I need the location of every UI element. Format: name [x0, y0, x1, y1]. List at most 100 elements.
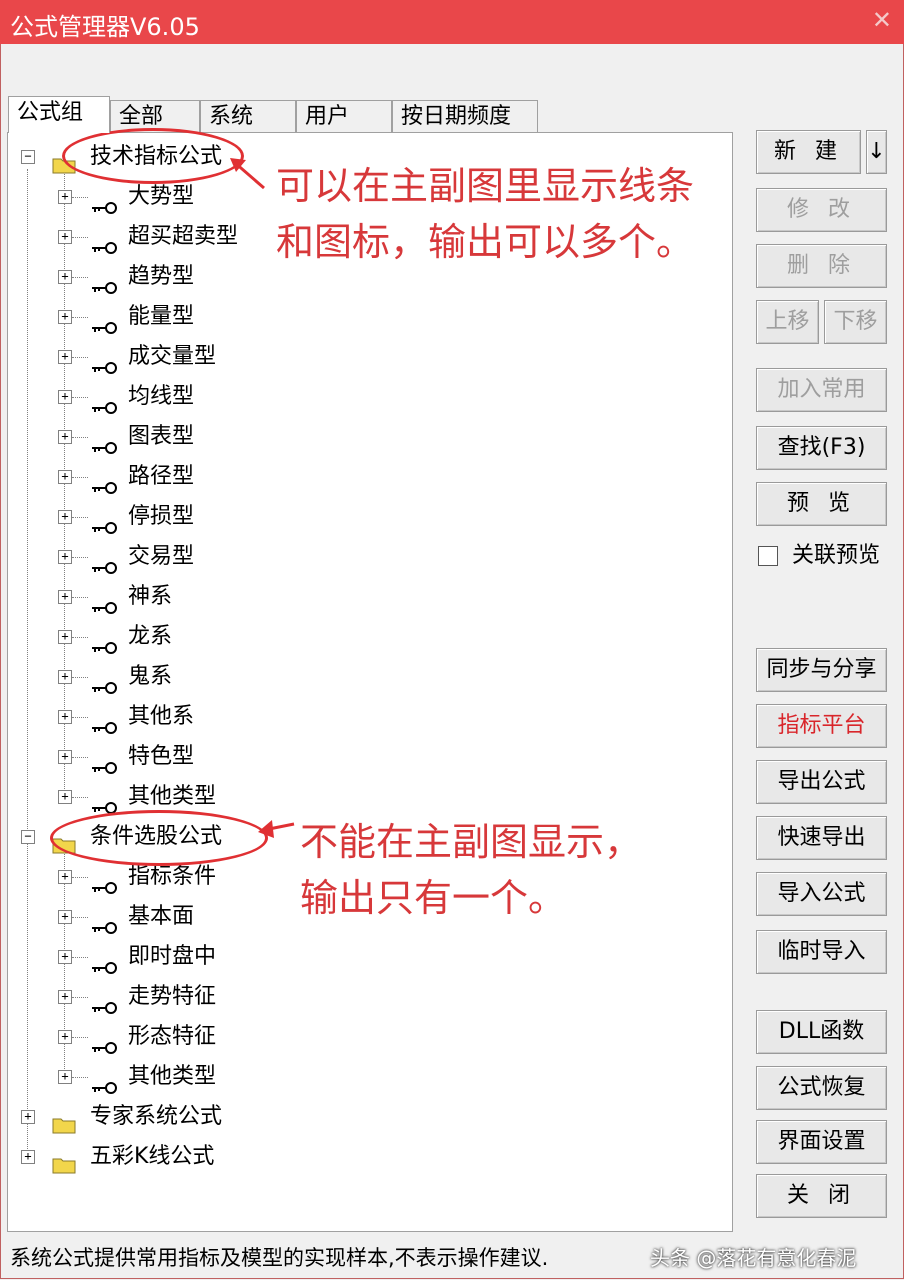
delete-button[interactable]: 删 除: [756, 244, 887, 288]
tree-connector: [72, 717, 88, 719]
expand-icon[interactable]: +: [58, 790, 72, 804]
tree-item-label: 超买超卖型: [128, 224, 239, 249]
formula-key-icon: [90, 309, 118, 334]
ui-settings-button[interactable]: 界面设置: [756, 1120, 887, 1164]
formula-key-icon: [90, 269, 118, 294]
tab-system[interactable]: 系统: [200, 100, 296, 132]
linked-preview-label: 关联预览: [792, 543, 881, 568]
add-common-button[interactable]: 加入常用: [756, 368, 887, 412]
expand-icon[interactable]: +: [58, 750, 72, 764]
expand-icon[interactable]: +: [58, 910, 72, 924]
formula-key-icon: [90, 1029, 118, 1054]
expand-icon[interactable]: +: [58, 310, 72, 324]
tree-item-label: 路径型: [128, 464, 195, 489]
formula-key-icon: [90, 589, 118, 614]
tree-item-row[interactable]: + 能量型: [8, 297, 728, 337]
tree-item-row[interactable]: + 特色型: [8, 737, 728, 777]
formula-key-icon: [90, 229, 118, 254]
expand-icon[interactable]: +: [58, 550, 72, 564]
move-down-button[interactable]: 下移: [824, 300, 887, 344]
expand-icon[interactable]: +: [58, 990, 72, 1004]
expand-icon[interactable]: +: [58, 670, 72, 684]
tab-user[interactable]: 用户: [296, 100, 392, 132]
tree-item-label: 龙系: [128, 624, 173, 649]
tree-item-label: 基本面: [128, 904, 195, 929]
collapse-icon[interactable]: −: [21, 830, 35, 844]
edit-button[interactable]: 修 改: [756, 188, 887, 232]
expand-icon[interactable]: +: [58, 470, 72, 484]
preview-button[interactable]: 预 览: [756, 482, 887, 526]
new-dropdown-button[interactable]: ↓: [866, 130, 887, 174]
restore-formula-button[interactable]: 公式恢复: [756, 1066, 887, 1110]
tree-item-row[interactable]: + 交易型: [8, 537, 728, 577]
expand-icon[interactable]: +: [58, 870, 72, 884]
annotation-note2-line1: 不能在主副图显示，: [300, 820, 643, 864]
expand-icon[interactable]: +: [58, 430, 72, 444]
tree-item-row[interactable]: + 走势特征: [8, 977, 728, 1017]
tree-connector: [72, 1037, 88, 1039]
expand-icon[interactable]: +: [58, 950, 72, 964]
formula-key-icon: [90, 869, 118, 894]
tree-item-row[interactable]: + 形态特征: [8, 1017, 728, 1057]
tab-by-date[interactable]: 按日期频度: [392, 100, 538, 132]
temp-import-button[interactable]: 临时导入: [756, 930, 887, 974]
annotation-note2-line2: 输出只有一个。: [300, 876, 567, 920]
expand-icon[interactable]: +: [58, 350, 72, 364]
tree-connector: [72, 957, 88, 959]
collapse-icon[interactable]: −: [21, 150, 35, 164]
tree-item-row[interactable]: + 鬼系: [8, 657, 728, 697]
expand-icon[interactable]: +: [21, 1150, 35, 1164]
tree-item-row[interactable]: + 成交量型: [8, 337, 728, 377]
sync-share-button[interactable]: 同步与分享: [756, 648, 887, 692]
tree-connector: [72, 1077, 88, 1079]
tree-item-row[interactable]: + 神系: [8, 577, 728, 617]
expand-icon[interactable]: +: [58, 510, 72, 524]
quick-export-button[interactable]: 快速导出: [756, 816, 887, 860]
tree-item-row[interactable]: + 龙系: [8, 617, 728, 657]
tree-item-label: 即时盘中: [128, 944, 217, 969]
dll-function-button[interactable]: DLL函数: [756, 1010, 887, 1054]
tree-group-label: 专家系统公式: [90, 1104, 223, 1129]
expand-icon[interactable]: +: [58, 710, 72, 724]
formula-key-icon: [90, 389, 118, 414]
expand-icon[interactable]: +: [58, 590, 72, 604]
tree-group-row[interactable]: + 专家系统公式: [8, 1097, 728, 1137]
tree-item-row[interactable]: + 停损型: [8, 497, 728, 537]
expand-icon[interactable]: +: [58, 630, 72, 644]
title-bar: 公式管理器V6.05 ✕: [0, 0, 904, 44]
arrow-icon: [230, 158, 265, 190]
tree-item-label: 神系: [128, 584, 173, 609]
expand-icon[interactable]: +: [58, 1070, 72, 1084]
expand-icon[interactable]: +: [58, 390, 72, 404]
tree-group-row[interactable]: + 五彩K线公式: [8, 1137, 728, 1177]
expand-icon[interactable]: +: [58, 190, 72, 204]
import-formula-button[interactable]: 导入公式: [756, 872, 887, 916]
move-up-button[interactable]: 上移: [756, 300, 819, 344]
expand-icon[interactable]: +: [58, 230, 72, 244]
tree-item-label: 其他系: [128, 704, 195, 729]
tree-connector: [72, 517, 88, 519]
tree-item-row[interactable]: + 其他类型: [8, 1057, 728, 1097]
tree-item-row[interactable]: + 即时盘中: [8, 937, 728, 977]
expand-icon[interactable]: +: [21, 1110, 35, 1124]
tree-item-row[interactable]: + 路径型: [8, 457, 728, 497]
expand-icon[interactable]: +: [58, 270, 72, 284]
tree-connector: [72, 677, 88, 679]
tab-formula-group[interactable]: 公式组: [8, 96, 110, 133]
tree-item-label: 交易型: [128, 544, 195, 569]
tree-item-row[interactable]: + 其他系: [8, 697, 728, 737]
expand-icon[interactable]: +: [58, 1030, 72, 1044]
formula-tree[interactable]: − 技术指标公式 + 大势型 + 超买超卖型 + 趋势型 + 能量型 + 成交量型 + 均线型 + 图表型 + 路…: [7, 132, 733, 1232]
close-button[interactable]: 关 闭: [756, 1174, 887, 1218]
tree-item-row[interactable]: + 其他类型: [8, 777, 728, 817]
linked-preview-checkbox[interactable]: [758, 546, 778, 566]
formula-key-icon: [90, 709, 118, 734]
close-icon[interactable]: ✕: [872, 6, 892, 34]
find-button[interactable]: 查找(F3): [756, 426, 887, 470]
tree-item-row[interactable]: + 图表型: [8, 417, 728, 457]
status-bar: 系统公式提供常用指标及模型的实现样本,不表示操作建议. 头条 @落花有意化春泥: [0, 1234, 904, 1280]
new-button[interactable]: 新 建: [756, 130, 861, 174]
export-formula-button[interactable]: 导出公式: [756, 760, 887, 804]
indicator-platform-button[interactable]: 指标平台: [756, 704, 887, 748]
tree-item-row[interactable]: + 均线型: [8, 377, 728, 417]
